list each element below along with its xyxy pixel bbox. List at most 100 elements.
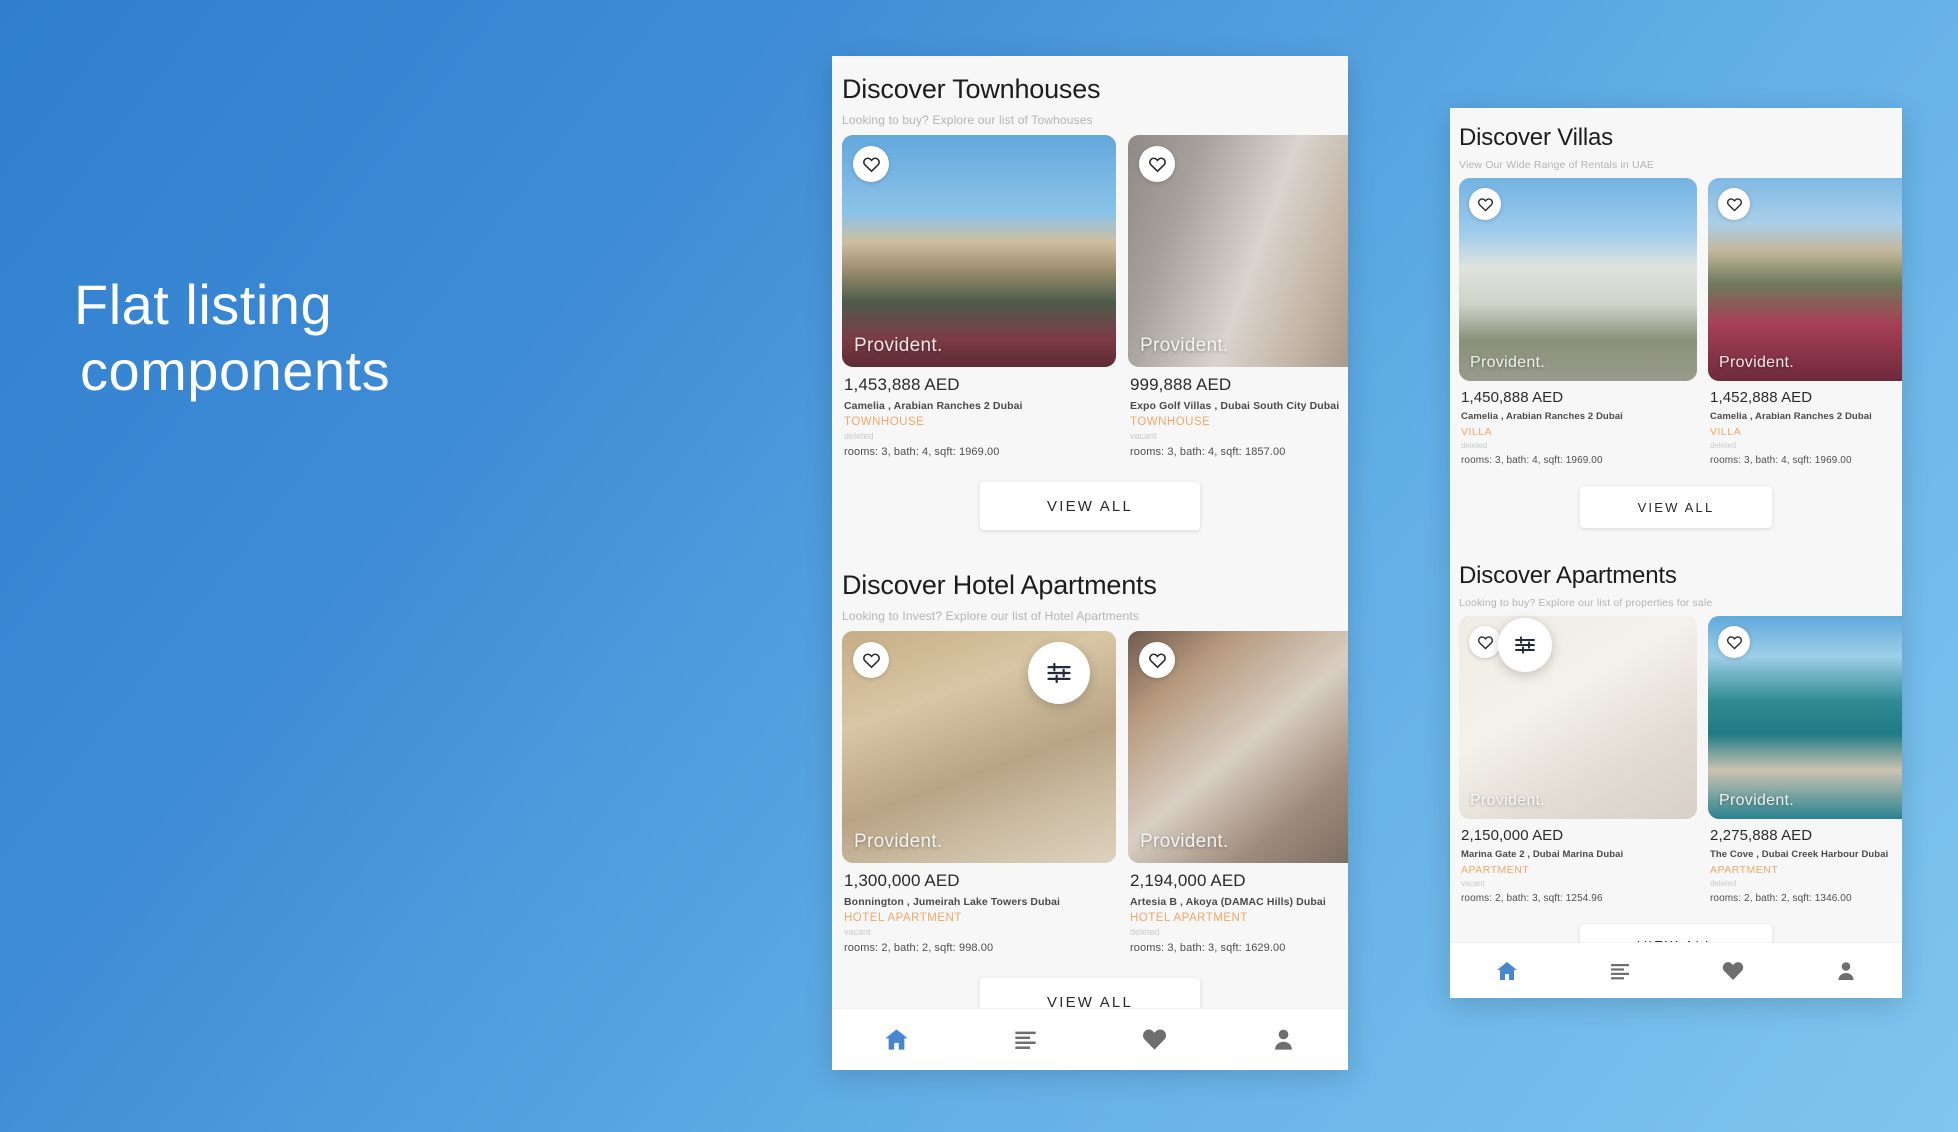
property-type: HOTEL APARTMENT (844, 912, 962, 924)
card-carousel-villas[interactable]: Provident. 1,450,888 AED Camelia , Arabi… (1450, 178, 1902, 466)
watermark: Provident. (854, 831, 943, 852)
property-status: deleted (1710, 879, 1737, 888)
property-details: 1,300,000 AED Bonnington , Jumeirah Lake… (842, 863, 1116, 954)
property-location: Expo Golf Villas , Dubai South City Duba… (1130, 400, 1340, 412)
favorite-button[interactable] (1139, 146, 1175, 182)
phone-mockup-left: Discover Townhouses Looking to buy? Expl… (832, 56, 1348, 1070)
section-subtitle: View Our Wide Range of Rentals in UAE (1459, 159, 1655, 171)
property-status: vacant (844, 927, 871, 937)
favorite-button[interactable] (1469, 626, 1501, 658)
heart-icon (1148, 156, 1166, 172)
favorite-button[interactable] (1139, 642, 1175, 678)
favorite-button[interactable] (853, 642, 889, 678)
section-title: Discover Townhouses (842, 74, 1101, 104)
heart-icon (862, 156, 880, 172)
hero-line-1: Flat listing (74, 273, 333, 336)
nav-item-listings[interactable] (961, 1026, 1090, 1053)
property-status: deleted (844, 431, 874, 441)
nav-item-favorites[interactable] (1090, 1026, 1219, 1053)
property-price: 999,888 AED (1130, 375, 1232, 394)
card-carousel-hotel-apartments[interactable]: Provident. 1,300,000 AED Bonnington , Ju… (832, 631, 1348, 954)
view-all-container: VIEW ALL (832, 458, 1348, 552)
property-image[interactable]: Provident. (1708, 178, 1902, 381)
property-details: 2,194,000 AED Artesia B , Akoya (DAMAC H… (1128, 863, 1348, 954)
property-status: deleted (1130, 927, 1160, 937)
section-subtitle: Looking to Invest? Explore our list of H… (842, 609, 1140, 623)
list-icon (1015, 1031, 1036, 1049)
property-card[interactable]: Provident. 999,888 AED Expo Golf Villas … (1128, 135, 1348, 458)
scroll-container-right[interactable]: Discover Villas View Our Wide Range of R… (1450, 108, 1902, 998)
watermark: Provident. (854, 335, 943, 356)
favorite-button[interactable] (1718, 188, 1750, 220)
user-icon (1838, 961, 1853, 980)
nav-item-favorites[interactable] (1676, 959, 1789, 983)
property-image[interactable]: Provident. (1708, 616, 1902, 819)
heart-icon (1726, 197, 1742, 212)
user-icon (1275, 1029, 1292, 1050)
favorite-button[interactable] (1718, 626, 1750, 658)
property-image[interactable]: Provident. (1128, 135, 1348, 367)
property-card[interactable]: Provident. 2,150,000 AED Marina Gate 2 ,… (1459, 616, 1697, 904)
nav-item-profile[interactable] (1789, 959, 1902, 983)
view-all-button[interactable]: VIEW ALL (980, 482, 1200, 530)
view-all-button[interactable]: VIEW ALL (1580, 486, 1772, 528)
property-specs: rooms: 3, bath: 4, sqft: 1857.00 (1130, 446, 1286, 458)
property-card[interactable]: Provident. 1,453,888 AED Camelia , Arabi… (842, 135, 1116, 458)
property-card[interactable]: Provident. 1,452,888 AED Camelia , Arabi… (1708, 178, 1902, 466)
favorite-button[interactable] (1469, 188, 1501, 220)
property-status: deleted (1710, 441, 1737, 450)
property-location: Camelia , Arabian Ranches 2 Dubai (1710, 411, 1872, 422)
filter-fab-left[interactable] (1028, 642, 1090, 704)
watermark: Provident. (1470, 792, 1546, 809)
nav-item-home[interactable] (1450, 959, 1563, 983)
property-details: 999,888 AED Expo Golf Villas , Dubai Sou… (1128, 367, 1348, 458)
view-all-container: VIEW ALL (1450, 466, 1902, 546)
section-header-apartments: Discover Apartments Looking to buy? Expl… (1450, 546, 1902, 616)
heart-icon (1142, 1029, 1167, 1050)
property-image[interactable]: Provident. (842, 135, 1116, 367)
filter-fab-right[interactable] (1498, 618, 1552, 672)
property-price: 1,300,000 AED (844, 871, 960, 890)
property-card[interactable]: Provident. 2,194,000 AED Artesia B , Ako… (1128, 631, 1348, 954)
property-location: Camelia , Arabian Ranches 2 Dubai (844, 400, 1023, 412)
property-details: 1,453,888 AED Camelia , Arabian Ranches … (842, 367, 1116, 458)
scroll-container-left[interactable]: Discover Townhouses Looking to buy? Expl… (832, 56, 1348, 1070)
property-price: 1,453,888 AED (844, 375, 960, 394)
heart-icon (862, 652, 880, 668)
property-specs: rooms: 3, bath: 4, sqft: 1969.00 (1710, 455, 1852, 466)
section-header-townhouses: Discover Townhouses Looking to buy? Expl… (832, 56, 1348, 135)
phone-mockup-right: Discover Villas View Our Wide Range of R… (1450, 108, 1902, 998)
list-icon (1610, 963, 1629, 979)
nav-item-listings[interactable] (1563, 959, 1676, 983)
property-type: APARTMENT (1710, 864, 1779, 876)
property-location: The Cove , Dubai Creek Harbour Dubai (1710, 849, 1889, 860)
property-price: 1,450,888 AED (1461, 389, 1564, 406)
watermark: Provident. (1140, 335, 1229, 356)
section-header-villas: Discover Villas View Our Wide Range of R… (1450, 108, 1902, 178)
property-specs: rooms: 2, bath: 3, sqft: 1254.96 (1461, 893, 1603, 904)
property-type: VILLA (1461, 426, 1493, 438)
bottom-navigation-bar (1450, 942, 1902, 998)
section-subtitle: Looking to buy? Explore our list of Towh… (842, 113, 1093, 127)
heart-icon (1477, 635, 1493, 650)
property-card[interactable]: Provident. 1,450,888 AED Camelia , Arabi… (1459, 178, 1697, 466)
favorite-button[interactable] (853, 146, 889, 182)
property-image[interactable]: Provident. (1459, 178, 1697, 381)
heart-icon (1722, 961, 1743, 980)
section-header-hotel-apartments: Discover Hotel Apartments Looking to Inv… (832, 552, 1348, 631)
property-specs: rooms: 3, bath: 3, sqft: 1629.00 (1130, 942, 1286, 954)
nav-item-profile[interactable] (1219, 1026, 1348, 1053)
property-image[interactable]: Provident. (1128, 631, 1348, 863)
nav-item-home[interactable] (832, 1026, 961, 1053)
card-carousel-townhouses[interactable]: Provident. 1,453,888 AED Camelia , Arabi… (832, 135, 1348, 458)
section-title: Discover Apartments (1459, 562, 1677, 589)
hero-heading: Flat listing components (74, 272, 694, 404)
property-specs: rooms: 2, bath: 2, sqft: 1346.00 (1710, 893, 1852, 904)
property-specs: rooms: 2, bath: 2, sqft: 998.00 (844, 942, 994, 954)
watermark: Provident. (1719, 792, 1795, 809)
property-location: Artesia B , Akoya (DAMAC Hills) Dubai (1130, 896, 1326, 908)
property-location: Camelia , Arabian Ranches 2 Dubai (1461, 411, 1623, 422)
property-card[interactable]: Provident. 2,275,888 AED The Cove , Duba… (1708, 616, 1902, 904)
property-image[interactable]: Provident. (1459, 616, 1697, 819)
property-status: vacant (1461, 879, 1485, 888)
